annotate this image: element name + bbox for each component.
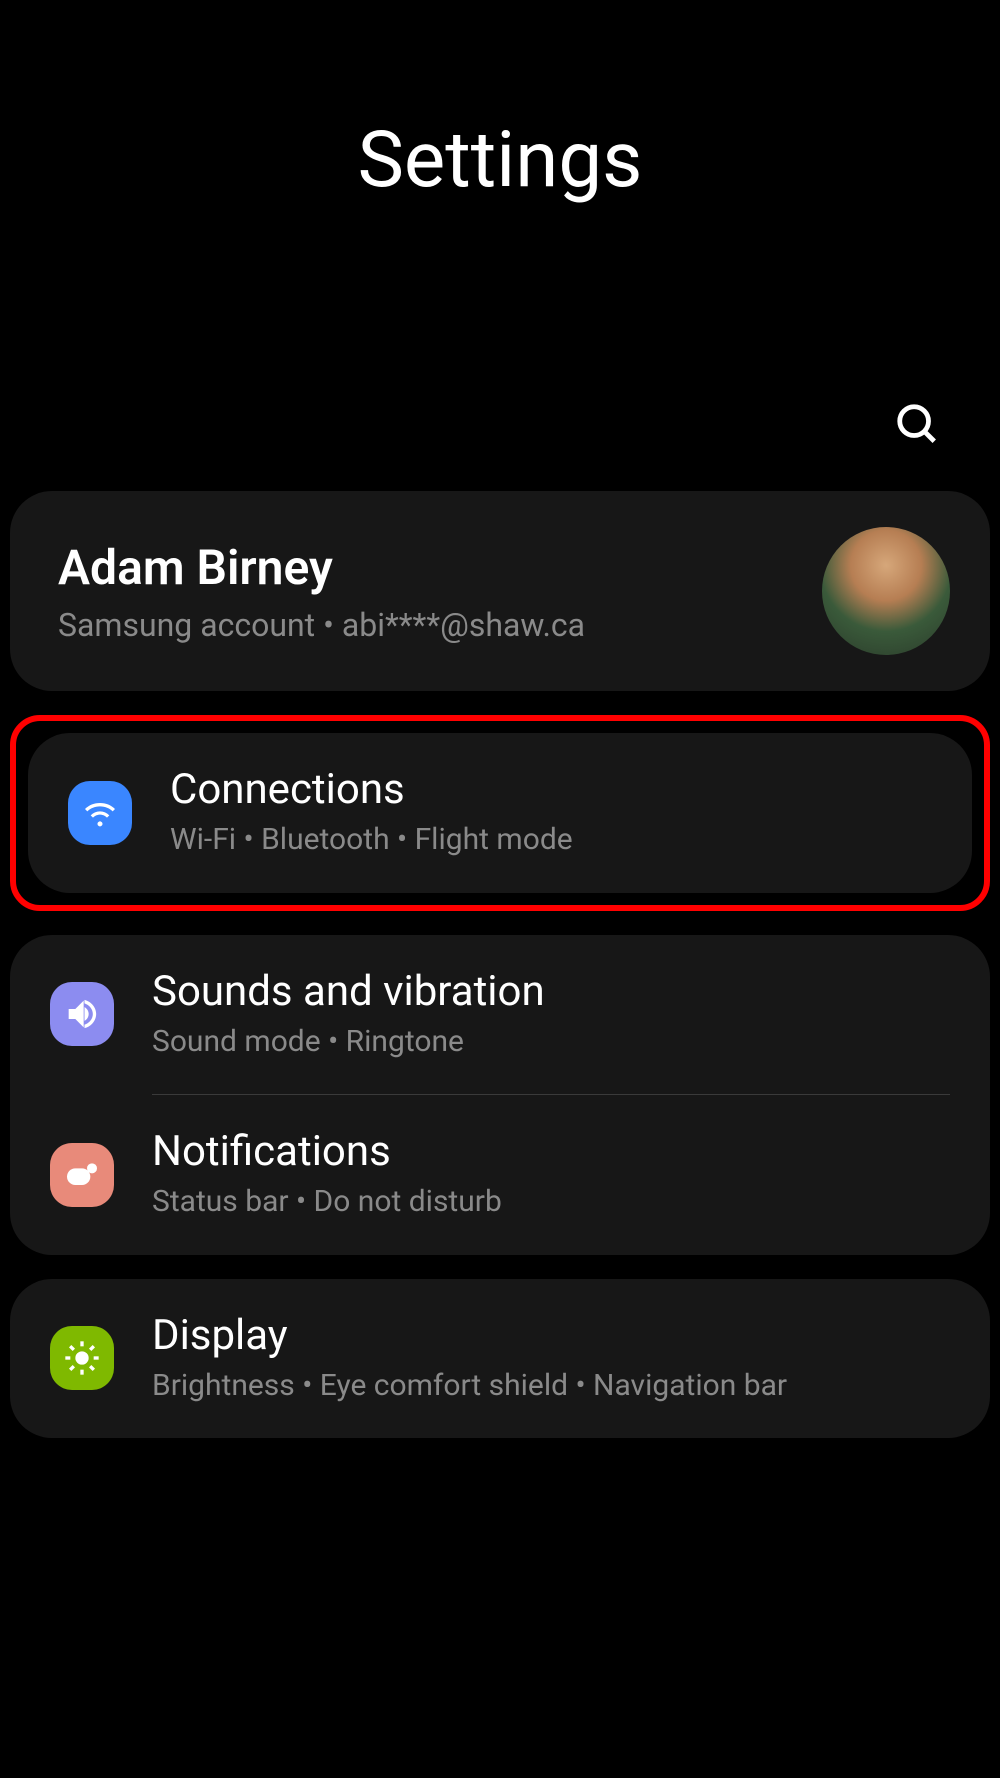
sound-icon (50, 982, 114, 1046)
toolbar (0, 401, 1000, 451)
setting-sub: Sound mode • Ringtone (152, 1022, 950, 1063)
setting-sounds[interactable]: Sounds and vibration Sound mode • Ringto… (10, 935, 990, 1095)
account-info: Adam Birney Samsung account • abi****@sh… (58, 539, 822, 644)
setting-text: Display Brightness • Eye comfort shield … (152, 1311, 950, 1407)
group-sounds-notifications: Sounds and vibration Sound mode • Ringto… (10, 935, 990, 1255)
wifi-icon (68, 781, 132, 845)
setting-sub: Status bar • Do not disturb (152, 1182, 950, 1223)
account-name: Adam Birney (58, 539, 822, 596)
setting-sub: Brightness • Eye comfort shield • Naviga… (152, 1366, 950, 1407)
setting-title: Display (152, 1311, 950, 1360)
avatar[interactable] (822, 527, 950, 655)
setting-text: Sounds and vibration Sound mode • Ringto… (152, 967, 950, 1063)
brightness-icon (50, 1326, 114, 1390)
settings-list: Adam Birney Samsung account • abi****@sh… (0, 491, 1000, 1438)
setting-text: Connections Wi-Fi • Bluetooth • Flight m… (170, 765, 932, 861)
search-icon[interactable] (894, 401, 940, 451)
setting-notifications[interactable]: Notifications Status bar • Do not distur… (10, 1095, 990, 1255)
setting-title: Sounds and vibration (152, 967, 950, 1016)
setting-sub: Wi-Fi • Bluetooth • Flight mode (170, 820, 932, 861)
setting-connections[interactable]: Connections Wi-Fi • Bluetooth • Flight m… (28, 733, 972, 893)
setting-title: Notifications (152, 1127, 950, 1176)
group-connections: Connections Wi-Fi • Bluetooth • Flight m… (28, 733, 972, 893)
highlight-connections: Connections Wi-Fi • Bluetooth • Flight m… (10, 715, 990, 911)
account-sub: Samsung account • abi****@shaw.ca (58, 606, 822, 644)
page-title: Settings (0, 115, 1000, 206)
setting-display[interactable]: Display Brightness • Eye comfort shield … (10, 1279, 990, 1439)
account-card[interactable]: Adam Birney Samsung account • abi****@sh… (10, 491, 990, 691)
setting-title: Connections (170, 765, 932, 814)
group-display: Display Brightness • Eye comfort shield … (10, 1279, 990, 1439)
header: Settings (0, 0, 1000, 206)
setting-text: Notifications Status bar • Do not distur… (152, 1127, 950, 1223)
notification-icon (50, 1143, 114, 1207)
